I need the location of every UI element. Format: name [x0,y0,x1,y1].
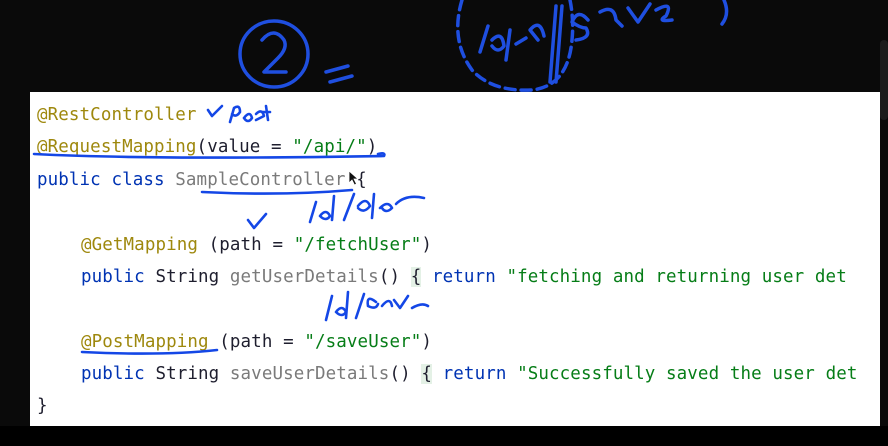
rest-controller-annotation: @RestController [37,105,197,125]
code-line-2: @RequestMapping(value = "/api/") [37,137,378,157]
fetch-user-path-string: "/fetchUser" [293,235,422,255]
value-attribute: value [207,137,261,157]
code-line-10: } [37,396,48,416]
get-mapping-annotation: @GetMapping [81,235,198,255]
code-line-1: @RestController [37,104,197,126]
mouse-cursor-icon [348,170,360,186]
handwritten-annotation-top [238,0,729,92]
code-editor[interactable]: @RestController @RequestMapping(value = … [30,92,880,426]
code-line-8: @PostMapping (path = "/saveUser") [81,332,433,352]
code-line-3: public class SampleController { [37,170,367,190]
post-mapping-annotation: @PostMapping [81,332,209,352]
code-line-5: @GetMapping (path = "/fetchUser") [81,235,433,255]
code-line-9: public String saveUserDetails() { return… [81,364,858,384]
class-name: SampleController [175,170,346,190]
scrollbar-thumb[interactable] [880,40,888,120]
open-brace-highlight: { [410,267,422,287]
bottom-bar [0,426,888,446]
api-path-string: "/api/" [292,137,367,157]
request-mapping-annotation: @RequestMapping [37,137,197,157]
get-user-details-method: getUserDetails [229,267,379,287]
code-line-6: public String getUserDetails() { return … [81,267,847,287]
save-user-details-method: saveUserDetails [229,364,390,384]
save-user-path-string: "/saveUser" [304,332,422,352]
